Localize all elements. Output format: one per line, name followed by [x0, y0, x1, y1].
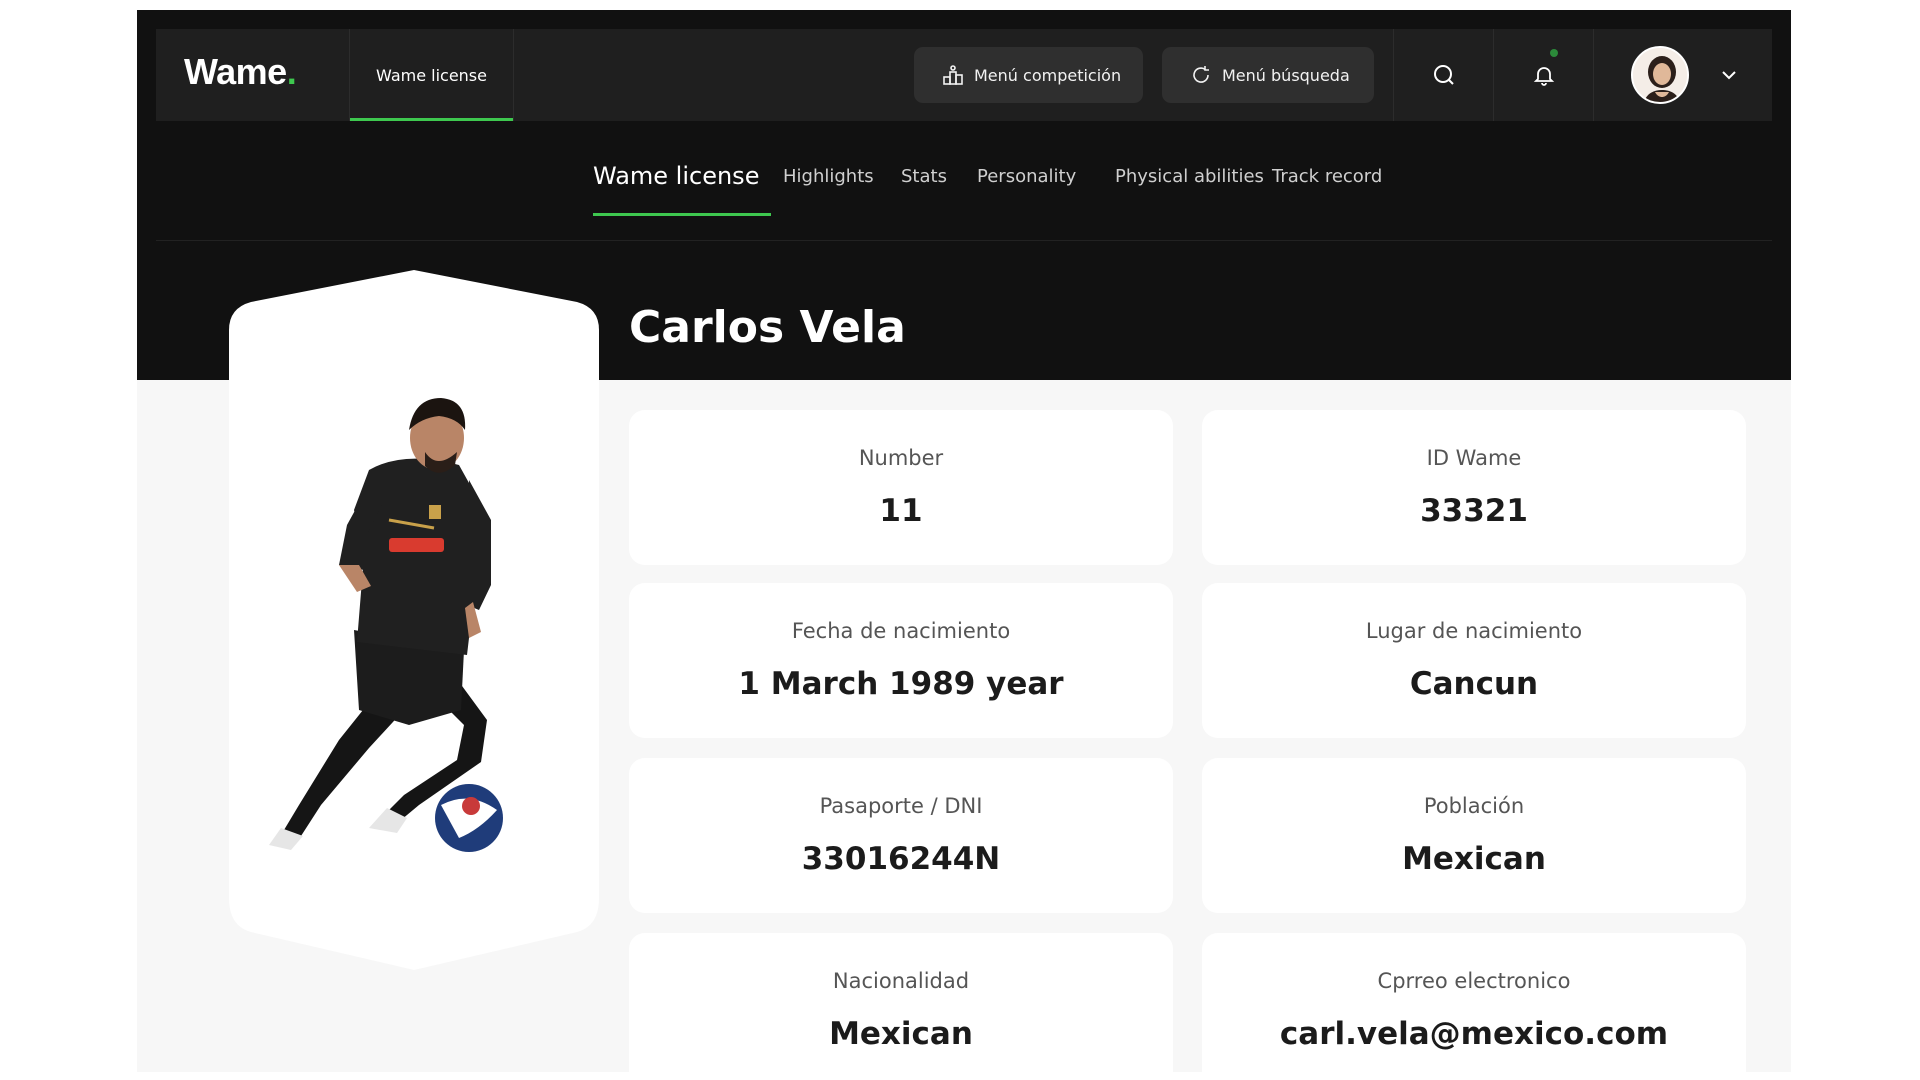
- search-icon: [1433, 65, 1454, 85]
- field-value: Mexican: [1402, 841, 1546, 877]
- search-button[interactable]: [1393, 29, 1493, 121]
- logo-text: Wame: [184, 51, 287, 92]
- app-frame: Wame. Wame license Menú competición Menú…: [137, 10, 1791, 1072]
- avatar-portrait: [1633, 48, 1687, 102]
- wame-logo[interactable]: Wame.: [184, 51, 297, 93]
- logo-dot: .: [286, 51, 297, 92]
- field-value: 33016244N: [801, 841, 1001, 877]
- avatar[interactable]: [1631, 46, 1689, 104]
- tab-track-record[interactable]: Track record: [1272, 166, 1382, 187]
- field-card-birth-place: Lugar de nacimiento Cancun: [1202, 583, 1746, 738]
- field-card-population: Población Mexican: [1202, 758, 1746, 913]
- tab-physical-abilities[interactable]: Physical abilities: [1115, 166, 1264, 187]
- tab-active-indicator: [593, 213, 771, 216]
- field-label: Number: [858, 446, 944, 470]
- notifications-button[interactable]: [1493, 29, 1593, 121]
- field-label: Fecha de nacimiento: [791, 619, 1011, 643]
- field-label: Cprreo electronico: [1377, 969, 1571, 993]
- profile-tabs: Wame license Highlights Stats Personalit…: [156, 121, 1772, 241]
- competition-menu-button[interactable]: Menú competición: [914, 47, 1143, 103]
- nav-tab-wame-license[interactable]: Wame license: [349, 29, 514, 121]
- field-label: Población: [1423, 794, 1525, 818]
- field-value: 11: [879, 493, 923, 529]
- user-menu[interactable]: [1593, 29, 1772, 121]
- podium-icon: [943, 65, 963, 85]
- tab-personality[interactable]: Personality: [977, 166, 1076, 187]
- bell-icon: [1533, 67, 1554, 86]
- competition-menu-label: Menú competición: [974, 65, 1122, 85]
- player-name: Carlos Vela: [629, 302, 906, 353]
- field-label: Lugar de nacimiento: [1365, 619, 1583, 643]
- field-value: Cancun: [1409, 666, 1539, 702]
- field-label: ID Wame: [1426, 446, 1522, 470]
- refresh-search-icon: [1193, 66, 1209, 83]
- chevron-down-icon[interactable]: [1719, 65, 1739, 85]
- field-card-number: Number 11: [629, 410, 1173, 565]
- search-menu-label: Menú búsqueda: [1222, 65, 1350, 85]
- tab-wame-license[interactable]: Wame license: [593, 162, 759, 190]
- field-card-passport: Pasaporte / DNI 33016244N: [629, 758, 1173, 913]
- notification-badge: [1550, 49, 1558, 57]
- nav-tab-label: Wame license: [376, 65, 487, 85]
- tab-stats[interactable]: Stats: [901, 166, 947, 187]
- field-value: carl.vela@mexico.com: [1279, 1016, 1669, 1052]
- tab-highlights[interactable]: Highlights: [783, 166, 874, 187]
- field-card-nationality: Nacionalidad Mexican: [629, 933, 1173, 1072]
- field-card-birth-date: Fecha de nacimiento 1 March 1989 year: [629, 583, 1173, 738]
- field-value: 1 March 1989 year: [738, 666, 1064, 702]
- field-label: Pasaporte / DNI: [819, 794, 983, 818]
- top-navbar: Wame. Wame license Menú competición Menú…: [156, 29, 1772, 121]
- field-card-email: Cprreo electronico carl.vela@mexico.com: [1202, 933, 1746, 1072]
- field-value: 33321: [1420, 493, 1528, 529]
- search-menu-button[interactable]: Menú búsqueda: [1162, 47, 1374, 103]
- field-label: Nacionalidad: [832, 969, 970, 993]
- field-value: Mexican: [829, 1016, 973, 1052]
- field-card-id-wame: ID Wame 33321: [1202, 410, 1746, 565]
- player-card: [229, 270, 599, 970]
